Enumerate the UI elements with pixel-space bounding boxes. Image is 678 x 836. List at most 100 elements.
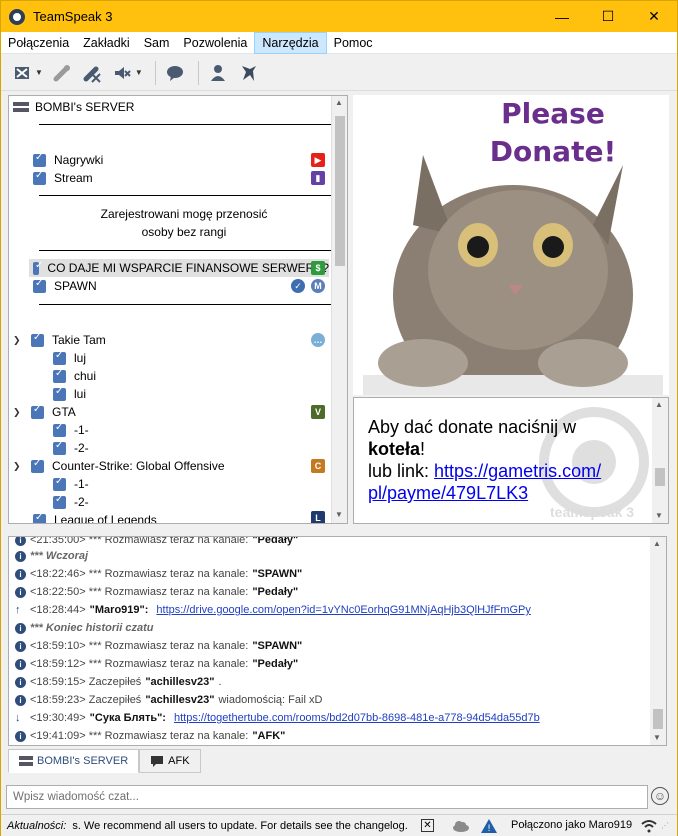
emoji-icon[interactable]: ☺ (651, 787, 669, 805)
channel-row[interactable]: League of Legends (33, 511, 157, 523)
chat-message: i <19:41:09> *** Rozmawiasz teraz na kana… (15, 727, 289, 745)
banner-line1: Please (501, 97, 605, 130)
scroll-up-icon[interactable]: ▲ (655, 400, 663, 409)
menu-permissions[interactable]: Pozwolenia (176, 32, 254, 54)
toolbar-separator (197, 60, 199, 85)
menu-bookmarks[interactable]: Zakładki (76, 32, 137, 54)
subchannel-row[interactable]: lui (53, 385, 86, 403)
channel-row[interactable]: SPAWN (33, 277, 97, 295)
chevron-down-icon[interactable]: ▼ (135, 68, 143, 77)
arrow-up-icon: ↑ (15, 604, 21, 616)
menu-help[interactable]: Pomoc (327, 32, 380, 54)
channel-icon (31, 458, 44, 473)
contacts-button[interactable] (205, 60, 231, 86)
disconnect-button[interactable] (9, 60, 35, 86)
scroll-up-icon[interactable]: ▲ (653, 539, 661, 548)
info-icon: i (15, 694, 26, 706)
chat-log[interactable]: i <21:35:00> *** Rozmawiasz teraz na kana… (8, 536, 667, 746)
message-link[interactable]: https://drive.google.com/open?id=1vYNc0E… (156, 604, 530, 616)
message-text: Zaczepiłeś (88, 694, 142, 706)
channel-row[interactable]: Stream (33, 169, 93, 187)
subchannel-row[interactable]: luj (53, 349, 86, 367)
chat-message: i <18:59:23> Zaczepiłeś "achillesv23" wiado… (15, 691, 322, 709)
divider (39, 250, 335, 251)
chat-message: i *** Wczoraj (15, 547, 88, 565)
disconnect-icon (15, 66, 29, 79)
scroll-thumb[interactable] (655, 468, 665, 486)
channel-icon (31, 404, 44, 419)
close-button[interactable]: ✕ (631, 1, 677, 32)
mute-mic-toggle-button[interactable] (79, 60, 105, 86)
message-text: *** Rozmawiasz teraz na kanale: (88, 568, 249, 580)
subchannel-row[interactable]: -1- (53, 475, 89, 493)
timestamp: <19:41:09> (30, 730, 86, 742)
channel-row-selected[interactable]: CO DAJE MI WSPARCIE FINANSOWE SERWERA? (29, 259, 329, 277)
subchannel-row[interactable]: chui (53, 367, 96, 385)
mute-speakers-button[interactable] (109, 60, 135, 86)
server-row[interactable]: BOMBI's SERVER (13, 98, 134, 116)
channel-name: Stream (54, 171, 93, 185)
menu-connections[interactable]: Połączenia (1, 32, 76, 54)
message-text: *** Rozmawiasz teraz na kanale: (88, 640, 249, 652)
channel-icon (53, 422, 66, 437)
channel-name: -1- (74, 423, 89, 437)
server-icon (19, 756, 33, 766)
channel-row[interactable]: ❯ GTA (13, 403, 76, 421)
info-icon: i (15, 658, 26, 670)
away-button[interactable] (162, 60, 188, 86)
message-link[interactable]: https://togethertube.com/rooms/bd2d07bb-… (174, 712, 540, 724)
chevron-down-icon[interactable]: ❯ (13, 335, 23, 346)
watermark-text: teamspeak 3 (550, 504, 635, 520)
chat-message: i <18:22:46> *** Rozmawiasz teraz na kana… (15, 565, 306, 583)
chat-message: i <18:59:10> *** Rozmawiasz teraz na kana… (15, 637, 306, 655)
channel-tree[interactable]: BOMBI's SERVER Nagrywki ▶ Stream ▮ Zarej… (8, 95, 348, 524)
menu-self[interactable]: Sam (137, 32, 177, 54)
channel-name: -2- (74, 495, 89, 509)
info-icon: i (15, 640, 26, 652)
info-icon: i (15, 586, 26, 598)
channel-name: Counter-Strike: Global Offensive (52, 459, 225, 473)
channel-chat-icon (151, 756, 164, 767)
identity-button[interactable] (235, 60, 261, 86)
channel-name: -2- (74, 441, 89, 455)
channel-row[interactable]: Nagrywki (33, 151, 103, 169)
message-tail: . (218, 676, 222, 688)
subchannel-row[interactable]: -2- (53, 493, 89, 511)
user-name: "achillesv23" (145, 694, 215, 706)
info-scrollbar[interactable]: ▲ ▼ (652, 398, 668, 523)
minimize-button[interactable]: — (539, 1, 585, 32)
channel-icon (53, 440, 66, 455)
tab-channel[interactable]: AFK (139, 749, 201, 773)
channel-row[interactable]: ❯ Takie Tam (13, 331, 106, 349)
tree-scrollbar[interactable]: ▲ ▼ (331, 96, 347, 523)
scroll-thumb[interactable] (335, 116, 345, 266)
user-name: "achillesv23" (145, 676, 215, 688)
subchannel-row[interactable]: -2- (53, 439, 89, 457)
channel-name: CO DAJE MI WSPARCIE FINANSOWE SERWERA? (47, 261, 329, 275)
chat-scrollbar[interactable]: ▲ ▼ (650, 537, 666, 745)
message-text: *** Rozmawiasz teraz na kanale: (88, 586, 249, 598)
tab-server[interactable]: BOMBI's SERVER (8, 749, 140, 773)
chevron-down-icon[interactable]: ▼ (35, 68, 43, 77)
info-icon: i (15, 622, 26, 634)
scroll-down-icon[interactable]: ▼ (655, 511, 663, 520)
scroll-down-icon[interactable]: ▼ (653, 733, 661, 742)
menu-tools[interactable]: Narzędzia (254, 31, 327, 54)
mute-mic-button[interactable] (49, 60, 75, 86)
channel-row[interactable]: ❯ Counter-Strike: Global Offensive (13, 457, 225, 475)
subchannel-row[interactable]: -1- (53, 421, 89, 439)
warning-icon[interactable]: ! (481, 819, 497, 833)
resize-grip-icon[interactable]: ⋰ (661, 821, 669, 830)
microphone-icon (53, 64, 70, 81)
scroll-thumb[interactable] (653, 709, 663, 729)
close-news-icon[interactable]: ✕ (421, 819, 434, 832)
scroll-down-icon[interactable]: ▼ (335, 510, 343, 519)
chevron-down-icon[interactable]: ❯ (13, 407, 23, 418)
scroll-up-icon[interactable]: ▲ (335, 98, 343, 107)
info-icon: i (15, 537, 26, 546)
chevron-down-icon[interactable]: ❯ (13, 461, 23, 472)
maximize-button[interactable]: ☐ (585, 1, 631, 32)
info-icon: i (15, 676, 26, 688)
chat-input[interactable]: Wpisz wiadomość czat... (6, 785, 648, 809)
message-text: Zaczepiłeś (88, 676, 142, 688)
